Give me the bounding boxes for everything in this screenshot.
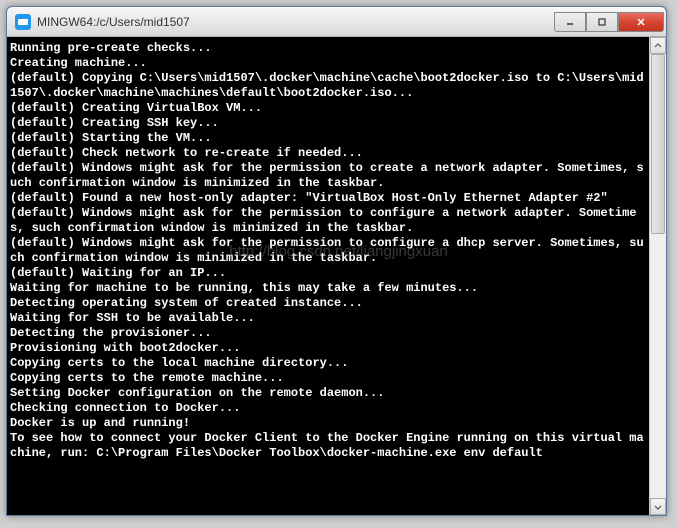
minimize-button[interactable] bbox=[554, 12, 586, 32]
scroll-track[interactable] bbox=[650, 54, 666, 498]
app-icon bbox=[15, 14, 31, 30]
maximize-button[interactable] bbox=[586, 12, 618, 32]
close-button[interactable] bbox=[618, 12, 664, 32]
minimize-icon bbox=[565, 17, 575, 27]
terminal-output[interactable]: Running pre-create checks... Creating ma… bbox=[7, 37, 649, 515]
scroll-thumb[interactable] bbox=[651, 54, 665, 234]
chevron-down-icon bbox=[654, 503, 662, 511]
scroll-down-button[interactable] bbox=[650, 498, 666, 515]
window-controls bbox=[554, 12, 664, 32]
close-icon bbox=[636, 17, 646, 27]
window-title: MINGW64:/c/Users/mid1507 bbox=[37, 15, 554, 29]
terminal-area: Running pre-create checks... Creating ma… bbox=[7, 37, 666, 515]
scroll-up-button[interactable] bbox=[650, 37, 666, 54]
vertical-scrollbar[interactable] bbox=[649, 37, 666, 515]
maximize-icon bbox=[597, 17, 607, 27]
terminal-window: MINGW64:/c/Users/mid1507 Running pre-cre… bbox=[6, 6, 667, 516]
titlebar[interactable]: MINGW64:/c/Users/mid1507 bbox=[7, 7, 666, 37]
chevron-up-icon bbox=[654, 42, 662, 50]
